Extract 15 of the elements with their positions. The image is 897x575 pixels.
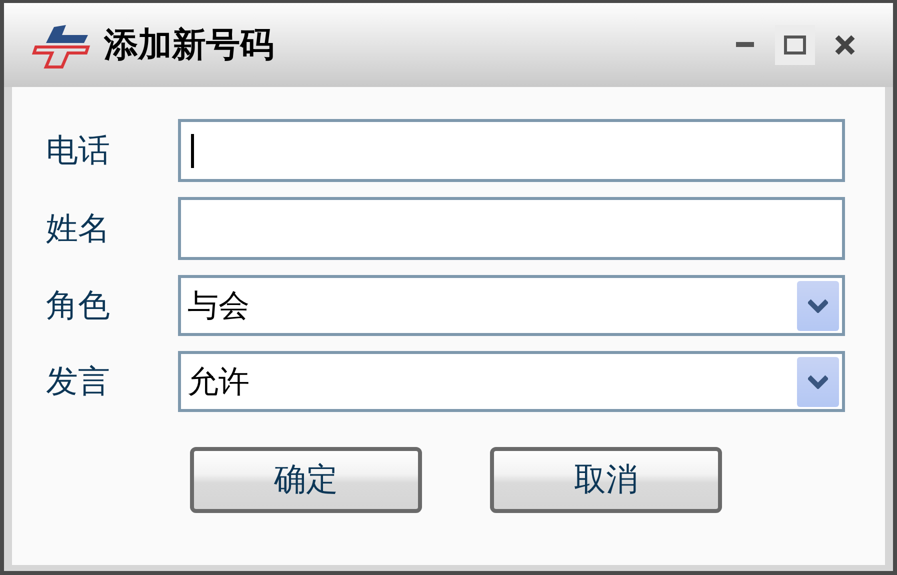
maximize-icon[interactable] bbox=[784, 35, 806, 55]
input-field[interactable] bbox=[178, 119, 845, 182]
field-label: 发言 bbox=[46, 360, 111, 402]
close-icon[interactable] bbox=[834, 34, 856, 56]
field-label: 角色 bbox=[46, 284, 111, 326]
field-label: 姓名 bbox=[46, 208, 111, 248]
cancel-button[interactable]: 取消 bbox=[490, 447, 722, 513]
minimize-icon[interactable] bbox=[736, 42, 754, 48]
dropdown[interactable]: 与会 bbox=[178, 275, 845, 336]
ok-button[interactable]: 确定 bbox=[190, 447, 422, 513]
input-field[interactable] bbox=[178, 197, 845, 260]
dropdown[interactable]: 允许 bbox=[178, 351, 845, 412]
maximize-button[interactable] bbox=[775, 25, 815, 65]
field-label: 电话 bbox=[46, 130, 111, 170]
window-title: 添加新号码 bbox=[104, 24, 275, 67]
